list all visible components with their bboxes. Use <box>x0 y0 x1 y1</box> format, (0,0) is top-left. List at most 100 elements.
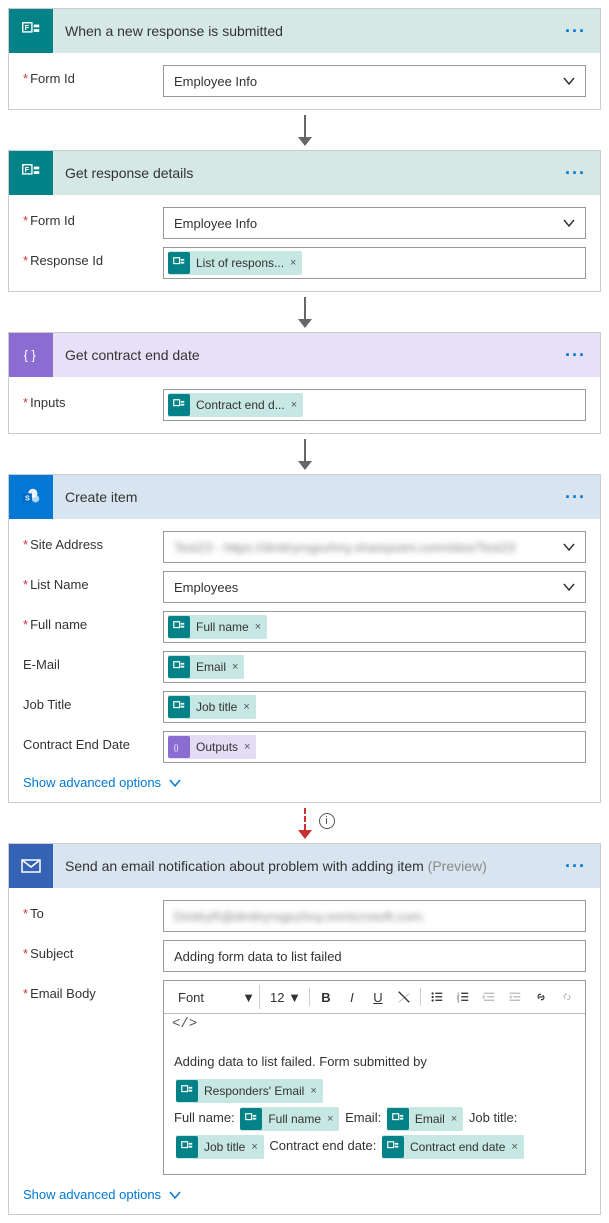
svg-text:{ }: { } <box>24 348 37 363</box>
response-id-input[interactable]: List of respons... × <box>163 247 586 279</box>
link-button[interactable] <box>529 985 553 1009</box>
forms-icon <box>382 1136 404 1158</box>
show-advanced-options[interactable]: Show advanced options <box>23 775 586 790</box>
compose-icon: {} <box>168 736 190 758</box>
trigger-header[interactable]: F When a new response is submitted ··· <box>9 9 600 53</box>
svg-text:F: F <box>25 165 30 174</box>
token-remove[interactable]: × <box>451 1105 457 1133</box>
chevron-down-icon <box>169 777 181 789</box>
token-remove[interactable]: × <box>244 741 250 753</box>
token-remove[interactable]: × <box>255 621 261 633</box>
contract-end-label: Contract End Date <box>23 731 163 752</box>
form-id-value: Employee Info <box>174 74 257 89</box>
token-job-title[interactable]: Job title × <box>176 1135 264 1159</box>
menu-button[interactable]: ··· <box>551 21 600 42</box>
forms-icon <box>387 1108 409 1130</box>
compose-header[interactable]: { } Get contract end date ··· <box>9 333 600 377</box>
token-list-of-responses[interactable]: List of respons... × <box>168 251 302 275</box>
job-title-input[interactable]: Job title × <box>163 691 586 723</box>
code-view-button[interactable]: </> <box>164 1014 585 1038</box>
to-label: *To <box>23 900 163 921</box>
form-id-select[interactable]: Employee Info <box>163 207 586 239</box>
token-contract-end-date[interactable]: Contract end date × <box>382 1135 524 1159</box>
trigger-card: F When a new response is submitted ··· *… <box>8 8 601 110</box>
token-label: Contract end date <box>410 1133 505 1161</box>
list-name-value: Employees <box>174 580 238 595</box>
menu-button[interactable]: ··· <box>551 163 600 184</box>
inputs-label: *Inputs <box>23 389 163 410</box>
unlink-button[interactable] <box>555 985 579 1009</box>
menu-button[interactable]: ··· <box>551 345 600 366</box>
token-label: Email <box>196 660 226 674</box>
show-advanced-options[interactable]: Show advanced options <box>23 1187 586 1202</box>
indent-button[interactable] <box>503 985 527 1009</box>
email-body-content[interactable]: Adding data to list failed. Form submitt… <box>164 1038 585 1174</box>
token-remove[interactable]: × <box>310 1077 316 1105</box>
subject-input[interactable]: Adding form data to list failed <box>163 940 586 972</box>
subject-value: Adding form data to list failed <box>174 949 342 964</box>
token-email[interactable]: Email × <box>168 655 244 679</box>
inputs-input[interactable]: Contract end d... × <box>163 389 586 421</box>
create-item-header[interactable]: S Create item ··· <box>9 475 600 519</box>
form-id-select[interactable]: Employee Info <box>163 65 586 97</box>
email-input[interactable]: Email × <box>163 651 586 683</box>
outdent-button[interactable] <box>477 985 501 1009</box>
forms-icon <box>168 394 190 416</box>
site-address-select[interactable]: Test23 - https://dmitryrogozhny.sharepoi… <box>163 531 586 563</box>
token-remove[interactable]: × <box>232 661 238 673</box>
token-full-name[interactable]: Full name × <box>168 615 267 639</box>
create-item-card: S Create item ··· *Site Address Test23 -… <box>8 474 601 803</box>
token-outputs[interactable]: {} Outputs × <box>168 735 256 759</box>
sharepoint-icon: S <box>9 475 53 519</box>
to-input[interactable]: DmitryR@dmitryrogozhny.onmicrosoft.com; <box>163 900 586 932</box>
token-remove[interactable]: × <box>291 399 297 411</box>
token-remove[interactable]: × <box>327 1105 333 1133</box>
info-icon[interactable]: i <box>319 813 335 829</box>
token-remove[interactable]: × <box>251 1133 257 1161</box>
token-responders-email[interactable]: Responders' Email × <box>176 1079 323 1103</box>
subject-label: *Subject <box>23 940 163 961</box>
form-id-value: Employee Info <box>174 216 257 231</box>
token-label: Job title <box>204 1133 245 1161</box>
arrow-connector <box>8 434 601 474</box>
size-select[interactable]: 12 ▼ <box>266 985 305 1009</box>
token-job-title[interactable]: Job title × <box>168 695 256 719</box>
token-remove[interactable]: × <box>290 257 296 269</box>
list-name-select[interactable]: Employees <box>163 571 586 603</box>
strikethrough-button[interactable] <box>392 985 416 1009</box>
full-name-input[interactable]: Full name × <box>163 611 586 643</box>
get-response-title: Get response details <box>53 165 551 181</box>
token-remove[interactable]: × <box>243 701 249 713</box>
response-id-label: *Response Id <box>23 247 163 268</box>
bold-button[interactable]: B <box>314 985 338 1009</box>
underline-button[interactable]: U <box>366 985 390 1009</box>
bullet-list-button[interactable] <box>425 985 449 1009</box>
italic-button[interactable]: I <box>340 985 364 1009</box>
forms-icon <box>176 1080 198 1102</box>
token-remove[interactable]: × <box>511 1133 517 1161</box>
token-contract-end[interactable]: Contract end d... × <box>168 393 303 417</box>
font-select[interactable]: Font▼ <box>170 985 260 1009</box>
send-email-title: Send an email notification about problem… <box>53 858 551 874</box>
send-email-header[interactable]: Send an email notification about problem… <box>9 844 600 888</box>
body-text: Adding data to list failed. Form submitt… <box>174 1054 427 1069</box>
token-full-name[interactable]: Full name × <box>240 1107 339 1131</box>
contract-end-input[interactable]: {} Outputs × <box>163 731 586 763</box>
compose-card: { } Get contract end date ··· *Inputs Co… <box>8 332 601 434</box>
send-email-card: Send an email notification about problem… <box>8 843 601 1215</box>
token-label: Responders' Email <box>204 1077 304 1105</box>
body-text: Contract end date: <box>269 1138 376 1153</box>
site-address-label: *Site Address <box>23 531 163 552</box>
menu-button[interactable]: ··· <box>551 487 600 508</box>
body-text: Email: <box>345 1110 381 1125</box>
svg-text:F: F <box>25 23 30 32</box>
email-body-editor: Font▼ 12 ▼ B I U <box>163 980 586 1175</box>
get-response-header[interactable]: F Get response details ··· <box>9 151 600 195</box>
menu-button[interactable]: ··· <box>551 856 600 877</box>
token-email[interactable]: Email × <box>387 1107 463 1131</box>
get-response-card: F Get response details ··· *Form Id Empl… <box>8 150 601 292</box>
forms-icon <box>168 616 190 638</box>
chevron-down-icon <box>563 75 575 87</box>
numbered-list-button[interactable]: 123 <box>451 985 475 1009</box>
chevron-down-icon <box>563 541 575 553</box>
